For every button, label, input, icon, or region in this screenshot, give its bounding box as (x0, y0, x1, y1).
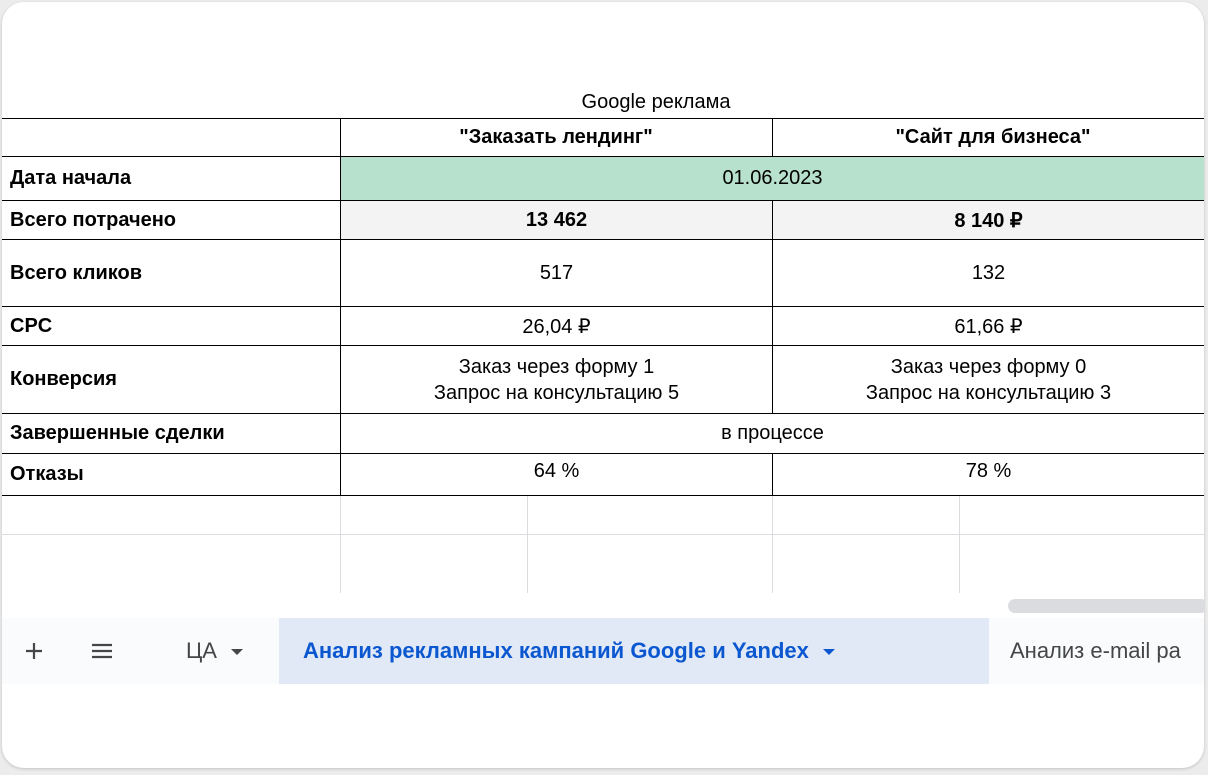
cpc-landing[interactable]: 26,04 ₽ (341, 307, 772, 345)
conversion-landing-line-1: Заказ через форму 1 (458, 355, 655, 378)
table-border (2, 306, 1204, 307)
cpc-business-site[interactable]: 61,66 ₽ (773, 307, 1204, 345)
start-date-value[interactable]: 01.06.2023 (341, 157, 1204, 200)
row-label-start-date[interactable]: Дата начала (2, 157, 340, 200)
table-border (2, 118, 1204, 119)
table-border (2, 495, 1204, 496)
table-border (2, 156, 1204, 157)
table-border (2, 345, 1204, 346)
deals-value[interactable]: в процессе (341, 414, 1204, 453)
gridline (959, 496, 960, 594)
spent-business-site[interactable]: 8 140 ₽ (773, 201, 1204, 239)
empty-cell[interactable] (960, 496, 1204, 534)
plus-icon (26, 643, 42, 659)
horizontal-scrollbar-thumb[interactable] (1008, 599, 1204, 613)
conversion-business-site[interactable]: Заказ через форму 0 Запрос на консультац… (773, 346, 1204, 413)
gridline (772, 496, 773, 594)
tab-ad-campaign-analysis[interactable]: Анализ рекламных кампаний Google и Yande… (279, 618, 989, 684)
conversion-business-line-1: Заказ через форму 0 (890, 355, 1087, 378)
table-border (2, 239, 1204, 240)
table-border (772, 200, 773, 414)
all-sheets-button[interactable] (80, 618, 124, 684)
column-header-landing[interactable]: "Заказать лендинг" (340, 119, 772, 156)
clicks-landing[interactable]: 517 (341, 240, 772, 306)
row-label-spent[interactable]: Всего потрачено (2, 201, 340, 239)
gridline (340, 496, 341, 594)
sheet-grid: Google реклама "Заказать лендинг" "Сайт … (2, 2, 1204, 602)
table-border (2, 200, 1204, 201)
hamburger-menu-icon (92, 643, 112, 659)
tab-label: Анализ рекламных кампаний Google и Yande… (303, 638, 809, 663)
table-border (340, 118, 341, 496)
tab-label: Анализ e-mail ра (1010, 638, 1181, 663)
table-border (2, 453, 1204, 454)
empty-cell[interactable] (341, 496, 527, 534)
header-empty-cell[interactable] (2, 119, 340, 156)
add-sheet-button[interactable] (12, 618, 56, 684)
empty-cell[interactable] (773, 496, 959, 534)
bounces-business-site[interactable]: 78 % (773, 454, 1204, 488)
row-label-bounces[interactable]: Отказы (2, 454, 340, 495)
clicks-business-site[interactable]: 132 (773, 240, 1204, 306)
table-border (772, 453, 773, 496)
tab-email-analysis[interactable]: Анализ e-mail ра (990, 618, 1204, 684)
column-header-business-site[interactable]: "Сайт для бизнеса" (772, 119, 1204, 156)
spreadsheet-window: Google реклама "Заказать лендинг" "Сайт … (2, 2, 1204, 768)
tab-label: ЦА (186, 638, 217, 663)
sheet-tab-bar: ЦА Анализ рекламных кампаний Google и Ya… (2, 618, 1204, 684)
bounces-landing[interactable]: 64 % (341, 454, 772, 488)
tab-ca[interactable]: ЦА (170, 618, 278, 684)
row-label-deals[interactable]: Завершенные сделки (2, 414, 340, 453)
chevron-down-icon (230, 649, 243, 655)
table-border (2, 413, 1204, 414)
table-border (772, 118, 773, 157)
row-label-conversion[interactable]: Конверсия (2, 346, 340, 413)
conversion-landing[interactable]: Заказ через форму 1 Запрос на консультац… (341, 346, 772, 413)
gridline (527, 496, 528, 594)
empty-cell[interactable] (528, 496, 772, 534)
table-title[interactable]: Google реклама (340, 86, 972, 118)
conversion-business-line-2: Запрос на консультацию 3 (865, 381, 1112, 404)
gridline (2, 534, 1204, 535)
empty-cell[interactable] (2, 496, 340, 534)
row-label-clicks[interactable]: Всего кликов (2, 240, 340, 306)
spent-landing[interactable]: 13 462 (341, 201, 772, 239)
chevron-down-icon (822, 649, 835, 655)
conversion-landing-line-2: Запрос на консультацию 5 (433, 381, 680, 404)
row-label-cpc[interactable]: CPC (2, 307, 340, 345)
